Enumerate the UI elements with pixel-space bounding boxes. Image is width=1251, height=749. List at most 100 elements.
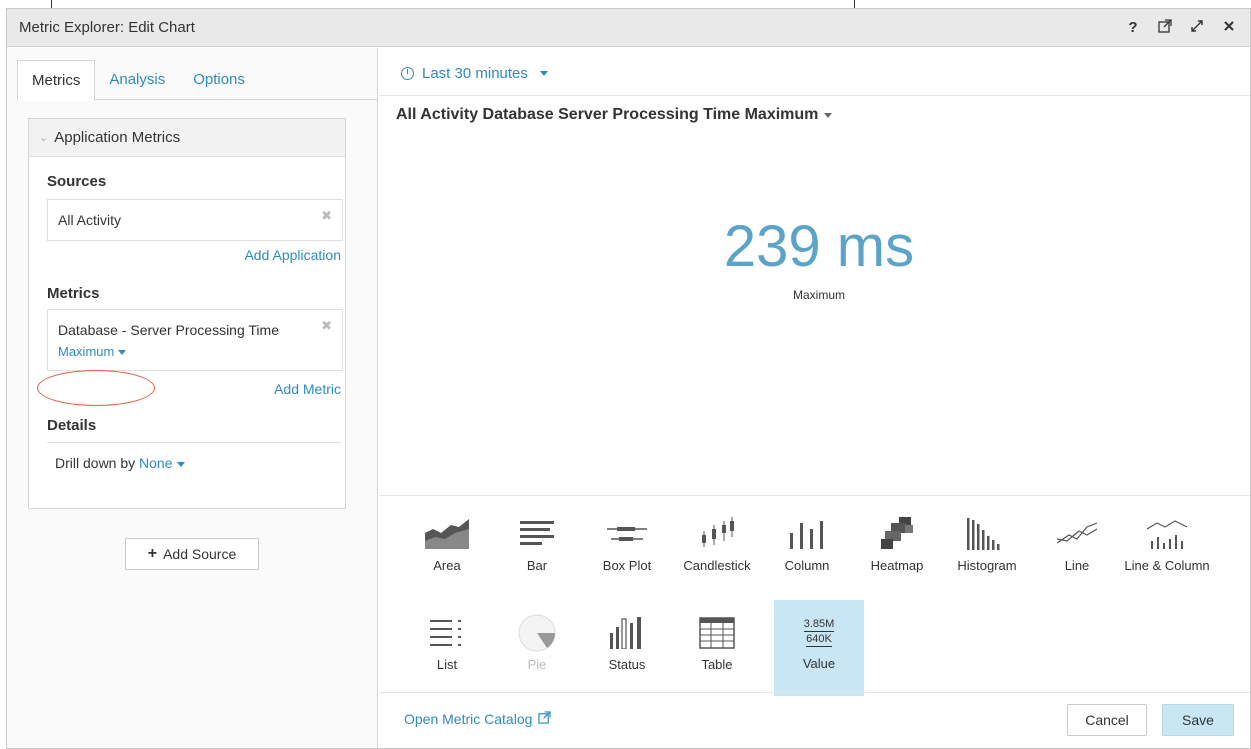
remove-source-icon[interactable]: ✖ [321, 208, 332, 224]
chart-type-line[interactable]: Line [1032, 502, 1122, 598]
chart-type-label: Line & Column [1124, 558, 1210, 573]
chart-type-label: Column [784, 558, 830, 573]
chart-type-box-plot[interactable]: Box Plot [582, 502, 672, 598]
metric-field[interactable]: Database - Server Processing Time ✖ Maxi… [47, 309, 343, 371]
column-chart-icon [777, 510, 837, 558]
details-divider [47, 442, 341, 443]
chart-type-heatmap[interactable]: Heatmap [852, 502, 942, 598]
dialog-title: Metric Explorer: Edit Chart [19, 19, 195, 36]
chart-type-label: Heatmap [870, 558, 924, 573]
save-button[interactable]: Save [1162, 704, 1234, 736]
source-field[interactable]: All Activity ✖ [47, 199, 343, 241]
metric-value: Database - Server Processing Time [58, 322, 279, 338]
add-source-label: Add Source [163, 546, 237, 562]
metrics-label: Metrics [47, 285, 100, 302]
drill-down-row: Drill down by None [55, 455, 185, 471]
chart-title-dropdown[interactable]: All Activity Database Server Processing … [396, 106, 833, 124]
dialog-footer: Open Metric Catalog Cancel Save [379, 692, 1250, 748]
drill-down-value: None [139, 455, 173, 471]
help-icon[interactable]: ? [1124, 19, 1142, 36]
time-range-dropdown[interactable]: Last 30 minutes [401, 60, 548, 86]
close-icon[interactable] [1220, 19, 1238, 36]
external-link-icon [538, 711, 552, 727]
add-metric-link[interactable]: Add Metric [274, 381, 341, 397]
drill-down-label: Drill down by [55, 455, 136, 471]
chart-type-label: Area [433, 558, 461, 573]
chart-type-label: Box Plot [602, 558, 652, 573]
value-icon-top: 3.85M [803, 618, 835, 632]
chart-type-label: Bar [526, 558, 548, 573]
chart-type-candlestick[interactable]: Candlestick [672, 502, 762, 598]
application-metrics-box: ⌄ Application Metrics Sources All Activi… [28, 118, 346, 509]
edit-chart-dialog: Metric Explorer: Edit Chart ? Metrics An… [6, 8, 1251, 749]
heatmap-icon [867, 510, 927, 558]
chart-type-label: Value [802, 656, 836, 671]
open-metric-catalog-label: Open Metric Catalog [404, 711, 533, 727]
metric-big-value: 239 ms [723, 214, 915, 279]
metric-value-label: Maximum [792, 288, 845, 302]
chart-type-picker: Area Bar Box Plot Candlestick Column Hea… [379, 495, 1250, 705]
open-metric-catalog-link[interactable]: Open Metric Catalog [404, 711, 552, 727]
chart-preview-panel: Last 30 minutes All Activity Database Se… [379, 48, 1250, 748]
chart-type-histogram[interactable]: Histogram [942, 502, 1032, 598]
tab-options[interactable]: Options [179, 60, 259, 100]
header-divider [379, 95, 1250, 96]
value-icon: 3.85M 640K [789, 608, 849, 656]
add-application-link[interactable]: Add Application [244, 247, 341, 263]
aggregation-value: Maximum [58, 344, 115, 359]
caret-down-icon [118, 350, 127, 356]
chart-type-area[interactable]: Area [402, 502, 492, 598]
tab-analysis[interactable]: Analysis [95, 60, 179, 100]
chart-type-table[interactable]: Table [672, 601, 762, 697]
list-icon [417, 609, 477, 657]
chart-type-value[interactable]: 3.85M 640K Value [774, 600, 864, 696]
chart-type-label: List [436, 657, 458, 672]
value-icon-bottom: 640K [806, 633, 832, 647]
metrics-config-panel: Metrics Analysis Options ⌄ Application M… [7, 48, 378, 748]
chevron-down-icon: ⌄ [39, 132, 49, 144]
caret-down-icon [824, 112, 833, 118]
chart-type-label: Status [608, 657, 646, 672]
time-range-value: Last 30 minutes [422, 64, 528, 82]
chart-type-label: Table [701, 657, 733, 672]
chart-type-column[interactable]: Column [762, 502, 852, 598]
config-tabs: Metrics Analysis Options [17, 60, 377, 101]
line-chart-icon [1047, 510, 1107, 558]
chart-type-label: Line [1064, 558, 1090, 573]
candlestick-icon [687, 510, 747, 558]
cancel-button[interactable]: Cancel [1067, 704, 1147, 736]
bar-chart-icon [507, 510, 567, 558]
chart-type-label: Pie [527, 657, 547, 672]
application-metrics-title: Application Metrics [54, 129, 181, 146]
area-chart-icon [417, 510, 477, 558]
remove-metric-icon[interactable]: ✖ [321, 318, 332, 334]
chart-title: All Activity Database Server Processing … [396, 106, 819, 123]
pie-chart-icon [507, 609, 567, 657]
aggregation-dropdown[interactable]: Maximum [58, 344, 127, 359]
chart-type-label: Candlestick [683, 558, 751, 573]
add-source-button[interactable]: + Add Source [125, 538, 259, 570]
highlight-ring [37, 370, 155, 406]
chart-type-list[interactable]: List [402, 601, 492, 697]
tab-metrics[interactable]: Metrics [17, 60, 96, 101]
caret-down-icon [539, 70, 548, 76]
external-link-icon[interactable] [1156, 18, 1174, 37]
status-icon [597, 609, 657, 657]
clock-icon [401, 66, 414, 80]
histogram-icon [957, 510, 1017, 558]
application-metrics-header[interactable]: ⌄ Application Metrics [29, 119, 345, 157]
source-value: All Activity [58, 212, 122, 228]
chart-type-bar[interactable]: Bar [492, 502, 582, 598]
caret-down-icon [176, 461, 185, 467]
chart-type-pie: Pie [492, 601, 582, 697]
drill-down-dropdown[interactable]: None [139, 455, 185, 471]
dialog-titlebar: Metric Explorer: Edit Chart ? [7, 9, 1250, 47]
box-plot-icon [597, 510, 657, 558]
plus-icon: + [147, 545, 158, 562]
chart-type-line-column[interactable]: Line & Column [1122, 502, 1212, 598]
sources-label: Sources [47, 173, 107, 190]
expand-icon[interactable] [1188, 19, 1206, 37]
details-label: Details [47, 417, 97, 434]
chart-type-status[interactable]: Status [582, 601, 672, 697]
line-column-icon [1137, 510, 1197, 558]
